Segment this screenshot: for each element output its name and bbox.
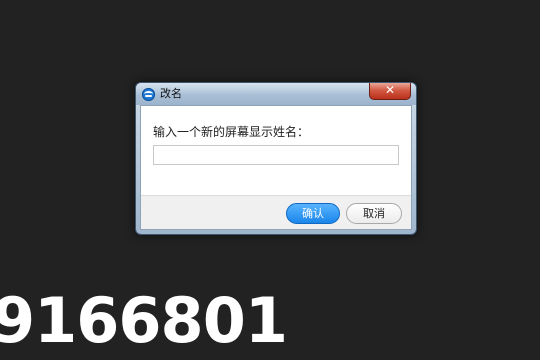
close-button[interactable]: ✕ — [369, 83, 411, 100]
rename-dialog: 改名 ✕ 输入一个新的屏幕显示姓名： 确认 取消 — [135, 82, 417, 235]
confirm-button[interactable]: 确认 — [286, 203, 340, 224]
dialog-title: 改名 — [160, 87, 182, 100]
dialog-titlebar[interactable]: 改名 ✕ — [136, 83, 416, 105]
app-logo-icon — [142, 88, 155, 101]
prompt-label: 输入一个新的屏幕显示姓名： — [153, 125, 310, 139]
cancel-button[interactable]: 取消 — [346, 203, 402, 224]
dialog-body: 输入一个新的屏幕显示姓名： 确认 取消 — [140, 105, 412, 230]
overlay-number: 9166801 — [0, 284, 288, 357]
display-name-input[interactable] — [153, 145, 399, 165]
dialog-content: 输入一个新的屏幕显示姓名： — [141, 106, 411, 196]
